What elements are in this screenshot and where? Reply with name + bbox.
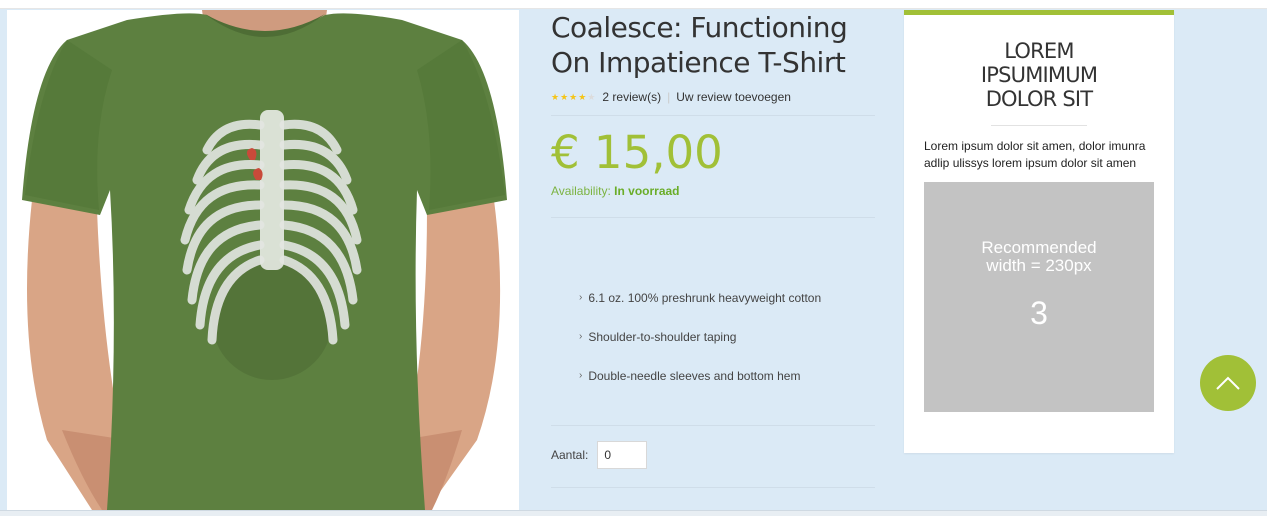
divider xyxy=(551,217,875,218)
availability: Availability: In voorraad xyxy=(551,184,875,200)
chevron-up-icon xyxy=(1216,376,1240,390)
sidebar-widget: LOREM IPSUMIMUM DOLOR SIT Lorem ipsum do… xyxy=(904,10,1174,453)
chevron-right-icon: › xyxy=(579,331,583,342)
product-image[interactable] xyxy=(7,10,519,510)
divider xyxy=(551,425,875,426)
banner-text: Recommended width = 230px xyxy=(981,238,1097,275)
availability-value: In voorraad xyxy=(614,184,680,198)
feature-text: 6.1 oz. 100% preshrunk heavyweight cotto… xyxy=(588,291,822,305)
sidebar-divider xyxy=(991,125,1087,126)
star-icon: ★ xyxy=(578,92,587,102)
star-icon: ★ xyxy=(560,92,569,102)
product-price: € 15,00 xyxy=(551,126,723,179)
banner-number: 3 xyxy=(1030,295,1048,331)
reviews-link[interactable]: 2 review(s) xyxy=(602,90,661,104)
rating-stars: ★ ★ ★ ★ ★ xyxy=(551,92,595,102)
product-title: Coalesce: Functioning On Impatience T-Sh… xyxy=(551,11,848,79)
feature-text: Shoulder-to-shoulder taping xyxy=(588,330,737,344)
chevron-right-icon: › xyxy=(579,292,583,303)
rating-row: ★ ★ ★ ★ ★ 2 review(s) | Uw review toevoegen xyxy=(551,88,875,106)
tshirt-illustration xyxy=(22,10,507,510)
product-info: Coalesce: Functioning On Impatience T-Sh… xyxy=(551,10,875,510)
top-border xyxy=(0,0,1267,9)
star-icon: ★ xyxy=(551,92,560,102)
left-gutter xyxy=(0,10,7,510)
feature-item: › 6.1 oz. 100% preshrunk heavyweight cott… xyxy=(579,291,875,330)
feature-item: › Double-needle sleeves and bottom hem xyxy=(579,369,875,408)
star-icon: ★ xyxy=(587,92,596,102)
quantity-row: Aantal: xyxy=(551,441,875,469)
chevron-right-icon: › xyxy=(579,370,583,381)
sidebar-title: LOREM IPSUMIMUM DOLOR SIT xyxy=(980,39,1098,111)
add-review-link[interactable]: Uw review toevoegen xyxy=(676,90,791,104)
feature-item: › Shoulder-to-shoulder taping xyxy=(579,330,875,369)
bottom-border xyxy=(0,510,1267,516)
divider xyxy=(551,115,875,116)
feature-list: › 6.1 oz. 100% preshrunk heavyweight cott… xyxy=(551,291,875,408)
star-icon: ★ xyxy=(569,92,578,102)
sidebar-text: Lorem ipsum dolor sit amen, dolor imunra… xyxy=(924,139,1146,170)
availability-label: Availability: xyxy=(551,184,611,198)
quantity-label: Aantal: xyxy=(551,448,589,462)
banner-placeholder[interactable]: Recommended width = 230px 3 xyxy=(924,182,1154,412)
divider xyxy=(551,487,875,488)
feature-text: Double-needle sleeves and bottom hem xyxy=(588,369,801,383)
scroll-top-button[interactable] xyxy=(1200,355,1256,411)
quantity-input[interactable] xyxy=(597,441,648,469)
separator: | xyxy=(667,90,671,104)
